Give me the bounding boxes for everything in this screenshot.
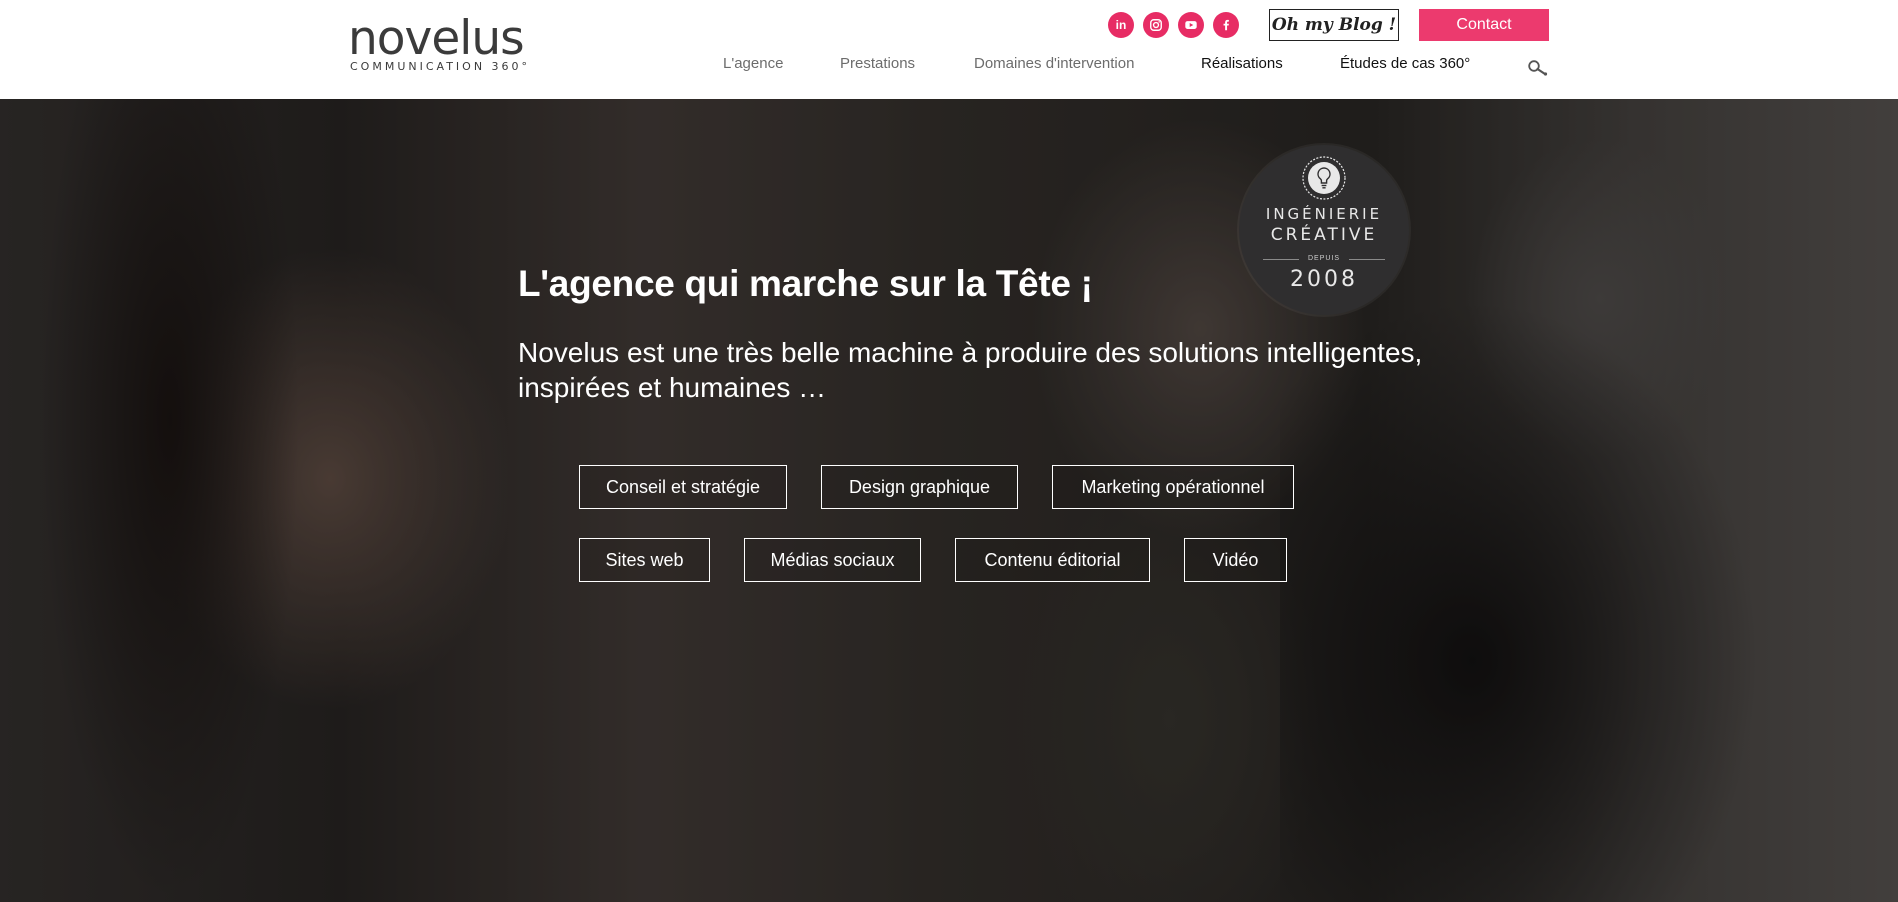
service-conseil-strategie[interactable]: Conseil et stratégie — [579, 465, 787, 509]
nav-item-etudes-de-cas[interactable]: Études de cas 360° — [1340, 55, 1470, 72]
nav-item-prestations[interactable]: Prestations — [840, 55, 915, 72]
hero-title: L'agence qui marche sur la Tête ¡ — [518, 263, 1093, 304]
service-design-graphique[interactable]: Design graphique — [821, 465, 1018, 509]
hero-banner: INGÉNIERIE CRÉATIVE DEPUIS 2008 L'agence… — [0, 99, 1898, 902]
novelus-logo[interactable]: novelus COMMUNICATION 360° — [348, 11, 527, 74]
facebook-glyph — [1223, 19, 1229, 31]
creative-engineering-badge: INGÉNIERIE CRÉATIVE DEPUIS 2008 — [1239, 145, 1409, 315]
instagram-glyph — [1150, 19, 1162, 31]
site-header: novelus COMMUNICATION 360° in Oh my Blog… — [0, 0, 1898, 99]
badge-line-2: CRÉATIVE — [1270, 225, 1378, 245]
linkedin-glyph: in — [1115, 18, 1127, 32]
nav-item-agence[interactable]: L'agence — [723, 55, 783, 72]
badge-rule-right — [1349, 259, 1385, 260]
social-links: in — [1108, 12, 1239, 38]
instagram-icon[interactable] — [1143, 12, 1169, 38]
lightbulb-icon — [1302, 156, 1346, 200]
nav-item-domaines[interactable]: Domaines d'intervention — [974, 55, 1134, 72]
logo-tagline: COMMUNICATION 360° — [350, 60, 531, 73]
badge-line-1: INGÉNIERIE — [1265, 205, 1383, 223]
hero-subtitle: Novelus est une très belle machine à pro… — [518, 337, 1423, 403]
service-marketing-operationnel[interactable]: Marketing opérationnel — [1052, 465, 1294, 509]
logo-wordmark: novelus — [348, 11, 525, 66]
badge-year: 2008 — [1290, 267, 1358, 292]
service-video[interactable]: Vidéo — [1184, 538, 1287, 582]
facebook-icon[interactable] — [1213, 12, 1239, 38]
service-contenu-editorial[interactable]: Contenu éditorial — [955, 538, 1150, 582]
search-icon[interactable] — [1527, 59, 1549, 77]
youtube-glyph — [1185, 21, 1197, 29]
service-medias-sociaux[interactable]: Médias sociaux — [744, 538, 921, 582]
service-sites-web[interactable]: Sites web — [579, 538, 710, 582]
contact-button[interactable]: Contact — [1419, 9, 1549, 41]
linkedin-icon[interactable]: in — [1108, 12, 1134, 38]
blog-button[interactable]: Oh my Blog ! — [1269, 9, 1399, 41]
nav-item-realisations[interactable]: Réalisations — [1201, 55, 1283, 72]
youtube-icon[interactable] — [1178, 12, 1204, 38]
